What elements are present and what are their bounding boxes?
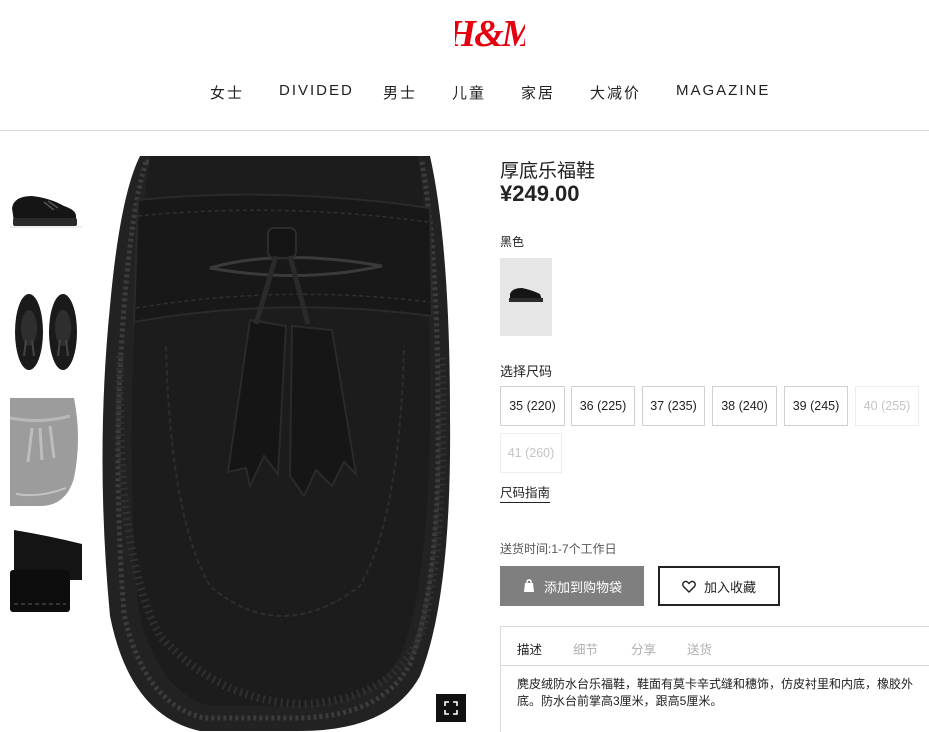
product-info-tabs: 描述 细节 分享 送货 麂皮绒防水台乐福鞋，鞋面有莫卡辛式缝和穗饰，仿皮衬里和内…	[500, 626, 929, 732]
tab-divider	[501, 665, 929, 666]
nav-magazine[interactable]: MAGAZINE	[676, 82, 770, 99]
size-37[interactable]: 37 (235)	[642, 386, 705, 426]
product-description: 麂皮绒防水台乐福鞋，鞋面有莫卡辛式缝和穗饰，仿皮衬里和内底，橡胶外底。防水台前掌…	[517, 677, 914, 708]
size-label: 选择尺码	[500, 364, 553, 379]
shopping-bag-icon	[523, 579, 534, 592]
fullscreen-button[interactable]	[436, 694, 466, 722]
size-36[interactable]: 36 (225)	[571, 386, 635, 426]
thumbnail-heel-view[interactable]	[10, 530, 82, 614]
fullscreen-icon	[444, 701, 458, 715]
color-swatch-black[interactable]	[500, 258, 552, 336]
hm-logo[interactable]: H&M	[446, 8, 539, 55]
hm-logo-text: H&M	[455, 13, 525, 54]
add-to-favorites-button[interactable]: 加入收藏	[658, 566, 780, 606]
size-guide-link[interactable]: 尺码指南	[500, 482, 551, 503]
add-to-bag-button[interactable]: 添加到购物袋	[500, 566, 644, 606]
nav-home[interactable]: 家居	[521, 82, 555, 103]
thumbnail-detail-view[interactable]	[10, 398, 82, 508]
nav-sale[interactable]: 大减价	[590, 82, 641, 103]
size-35[interactable]: 35 (220)	[500, 386, 565, 426]
add-to-favorites-label: 加入收藏	[703, 579, 756, 595]
size-41: 41 (260)	[500, 433, 562, 473]
color-name: 黑色	[500, 235, 525, 249]
delivery-time: 送货时间:1-7个工作日	[500, 542, 617, 556]
product-title: 厚底乐福鞋	[500, 161, 596, 182]
main-nav: 女士 DIVIDED 男士 儿童 家居 大减价 MAGAZINE	[0, 82, 929, 104]
heart-icon	[682, 580, 696, 593]
nav-kids[interactable]: 儿童	[452, 82, 486, 103]
thumbnail-side-view[interactable]	[10, 180, 82, 240]
tab-share[interactable]: 分享	[631, 639, 656, 658]
header-divider	[0, 130, 929, 131]
size-38[interactable]: 38 (240)	[712, 386, 777, 426]
nav-men[interactable]: 男士	[383, 82, 417, 103]
product-price: ¥249.00	[500, 181, 580, 206]
size-39[interactable]: 39 (245)	[784, 386, 848, 426]
tab-details[interactable]: 细节	[573, 639, 598, 658]
add-to-bag-label: 添加到购物袋	[543, 579, 622, 595]
nav-women[interactable]: 女士	[210, 82, 244, 103]
tab-delivery[interactable]: 送货	[687, 639, 712, 658]
thumbnail-top-view[interactable]	[10, 290, 82, 374]
main-product-image[interactable]	[100, 156, 480, 731]
size-40: 40 (255)	[855, 386, 919, 426]
tab-description[interactable]: 描述	[517, 639, 542, 658]
nav-divided[interactable]: DIVIDED	[279, 82, 354, 99]
